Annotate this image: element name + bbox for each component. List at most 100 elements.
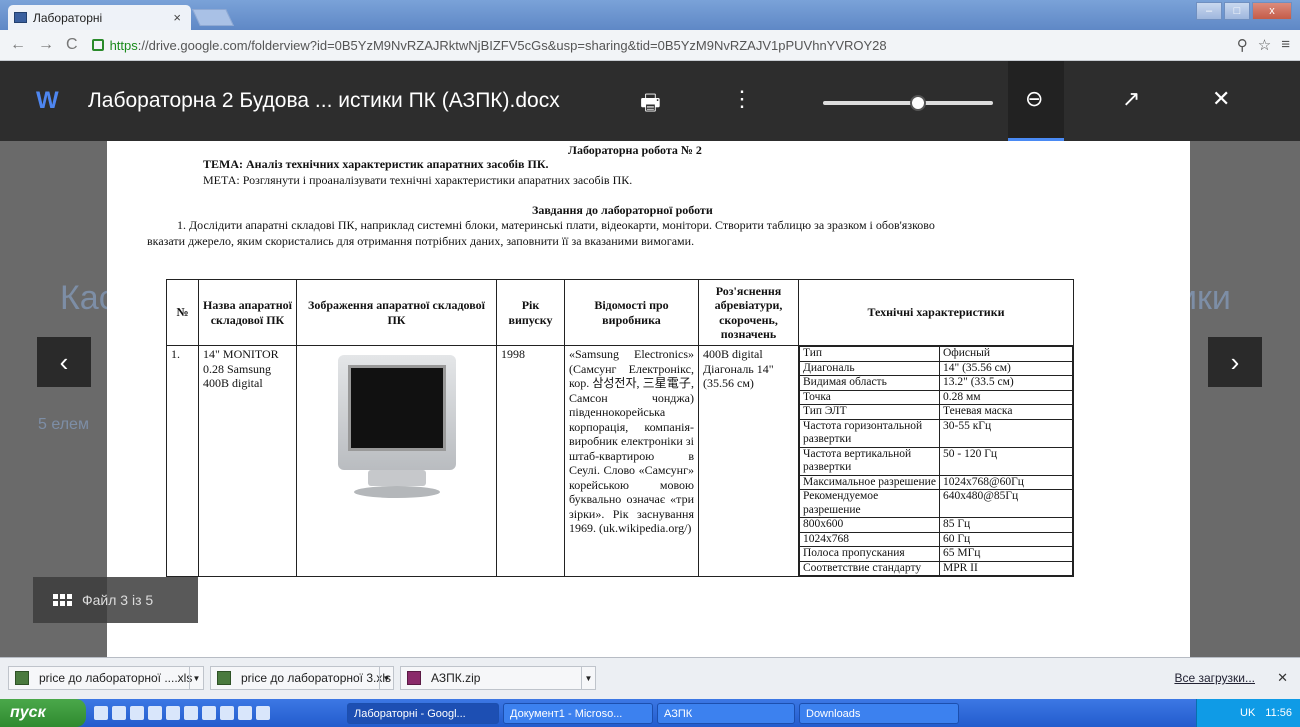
more-options-icon[interactable]: ⋮	[731, 86, 753, 112]
reload-icon[interactable]: C	[66, 36, 78, 54]
spec-name: Диагональ	[799, 360, 940, 376]
spec-row: Диагональ 14" (35.56 см)	[799, 360, 1073, 376]
tab-close-icon[interactable]: ×	[173, 10, 181, 25]
chevron-down-icon[interactable]: ▼	[379, 667, 393, 689]
taskbar-folder-downloads[interactable]: Downloads	[799, 703, 959, 724]
downloads-bar: price до лабораторної ....xls ▼ price до…	[0, 657, 1300, 699]
download-item-label: АЗПК.zip	[431, 671, 481, 685]
language-indicator[interactable]: UK	[1240, 707, 1255, 719]
quicklaunch-icon[interactable]	[184, 706, 198, 720]
browser-tab[interactable]: Лабораторні ×	[8, 5, 191, 30]
quicklaunch-icon[interactable]	[148, 706, 162, 720]
bookmark-star-icon[interactable]: ☆	[1258, 36, 1271, 54]
previous-file-button[interactable]: ‹	[37, 337, 91, 387]
download-item-label: price до лабораторної 3.xls	[241, 671, 392, 685]
file-counter-button[interactable]: Файл 3 із 5	[33, 577, 198, 623]
back-arrow-icon[interactable]: ←	[10, 36, 26, 54]
doc-task-line-1: 1. Дослідити апаратні складові ПК, напри…	[177, 218, 935, 232]
close-viewer-icon[interactable]: ✕	[1212, 86, 1230, 112]
quicklaunch-icon[interactable]	[166, 706, 180, 720]
quick-launch	[94, 706, 270, 720]
col-header-image: Зображення апаратної складової ПК	[296, 279, 497, 346]
spec-row: Частота горизонтальной развертки 30-55 кГ…	[799, 418, 1073, 448]
chevron-down-icon[interactable]: ▼	[189, 667, 203, 689]
new-tab-button[interactable]	[192, 9, 234, 26]
next-file-button[interactable]: ›	[1208, 337, 1262, 387]
zoom-slider[interactable]	[823, 95, 993, 111]
windows-taskbar: пуск Лабораторні - Googl... Документ1 - …	[0, 699, 1300, 727]
spec-row: Тип Офисный	[799, 346, 1073, 362]
row-maker: «Samsung Electronics» (Самсунг Електроні…	[564, 345, 699, 577]
system-tray: UK 11:56	[1196, 699, 1300, 727]
specs-table: Тип Офисный Диагональ 14" (35.56 см) Видимая…	[799, 346, 1073, 576]
row-num: 1.	[166, 345, 199, 577]
col-header-maker: Відомості про виробника	[564, 279, 699, 346]
zoom-out-button[interactable]: ⊖	[1008, 61, 1064, 141]
spec-name: Частота горизонтальной развертки	[799, 418, 940, 448]
grid-icon	[53, 594, 72, 606]
row-image-cell	[296, 345, 497, 577]
zoom-magnifier-icon[interactable]: ⚲	[1237, 36, 1248, 54]
excel-file-icon	[217, 671, 231, 685]
quicklaunch-icon[interactable]	[220, 706, 234, 720]
url-scheme: https	[109, 37, 138, 53]
spec-row: Соответствие стандарту MPR II	[799, 560, 1073, 576]
menu-icon[interactable]: ≡	[1281, 36, 1290, 54]
spec-value: 85 Гц	[939, 517, 1073, 533]
spec-value: 640x480@85Гц	[939, 489, 1073, 518]
row-year: 1998	[496, 345, 565, 577]
url-text: ://drive.google.com/folderview?id=0B5YzM…	[137, 37, 887, 53]
print-icon[interactable]: 🖶	[640, 86, 661, 124]
spec-value: 30-55 кГц	[939, 418, 1073, 448]
taskbar-word[interactable]: Документ1 - Microso...	[503, 703, 653, 724]
quicklaunch-icon[interactable]	[130, 706, 144, 720]
quicklaunch-icon[interactable]	[238, 706, 252, 720]
viewer-toolbar: W Лабораторна 2 Будова ... истики ПК (АЗ…	[0, 61, 1300, 141]
start-button[interactable]: пуск	[0, 699, 86, 727]
download-item[interactable]: АЗПК.zip ▼	[400, 666, 596, 690]
spec-name: 1024x768	[799, 531, 940, 547]
minimize-button[interactable]: –	[1196, 2, 1222, 20]
col-header-year: Рік випуску	[496, 279, 565, 346]
quicklaunch-icon[interactable]	[256, 706, 270, 720]
spec-name: Точка	[799, 389, 940, 405]
taskbar-folder-azpk[interactable]: АЗПК	[657, 703, 795, 724]
close-downloads-icon[interactable]: ✕	[1277, 670, 1288, 686]
maximize-button[interactable]: □	[1224, 2, 1250, 20]
download-item[interactable]: price до лабораторної 3.xls ▼	[210, 666, 394, 690]
all-downloads-link[interactable]: Все загрузки...	[1174, 671, 1255, 685]
spec-value: 14" (35.56 см)	[939, 360, 1073, 376]
browser-titlebar: Лабораторні × – □ x	[0, 0, 1300, 30]
open-in-new-window-icon[interactable]: ↗	[1122, 86, 1140, 112]
spec-row: Точка 0.28 мм	[799, 389, 1073, 405]
quicklaunch-icon[interactable]	[112, 706, 126, 720]
zoom-slider-knob[interactable]	[910, 95, 926, 111]
window-close-button[interactable]: x	[1252, 2, 1292, 20]
download-item[interactable]: price до лабораторної ....xls ▼	[8, 666, 204, 690]
viewer-doc-title: Лабораторна 2 Будова ... истики ПК (АЗПК…	[88, 89, 560, 112]
spec-name: Тип	[799, 346, 940, 362]
spec-value: Офисный	[939, 346, 1073, 362]
crt-monitor-image	[324, 355, 470, 515]
quicklaunch-icon[interactable]	[202, 706, 216, 720]
forward-arrow-icon[interactable]: →	[38, 36, 54, 54]
row-name: 14" MONITOR 0.28 Samsung 400B digital	[198, 345, 297, 577]
col-header-name: Назва апаратної складової ПК	[198, 279, 297, 346]
col-header-abbr: Роз'яснення абревіатури, скорочень, позн…	[698, 279, 799, 346]
quicklaunch-icon[interactable]	[94, 706, 108, 720]
spec-name: Соответствие стандарту	[799, 560, 940, 576]
spec-value: 65 МГц	[939, 546, 1073, 562]
spec-row: Максимальное разрешение 1024x768@60Гц	[799, 474, 1073, 490]
url-field[interactable]: https ://drive.google.com/folderview?id=…	[91, 37, 887, 53]
spec-name: Тип ЭЛТ	[799, 404, 940, 420]
address-bar-row: ← → C https ://drive.google.com/foldervi…	[0, 30, 1300, 61]
doc-tasks-heading: Завдання до лабораторної роботи	[532, 203, 713, 217]
spec-row: 1024x768 60 Гц	[799, 531, 1073, 547]
hardware-table: № Назва апаратної складової ПК Зображенн…	[166, 279, 1074, 577]
word-doc-icon: W	[36, 87, 59, 114]
table-row: 1. 14" MONITOR 0.28 Samsung 400B digital…	[166, 345, 1074, 577]
row-specs-cell: Тип Офисный Диагональ 14" (35.56 см) Видимая…	[798, 345, 1074, 577]
taskbar-chrome[interactable]: Лабораторні - Googl...	[347, 703, 499, 724]
chevron-down-icon[interactable]: ▼	[581, 667, 595, 689]
file-counter-label: Файл 3 із 5	[82, 592, 154, 608]
